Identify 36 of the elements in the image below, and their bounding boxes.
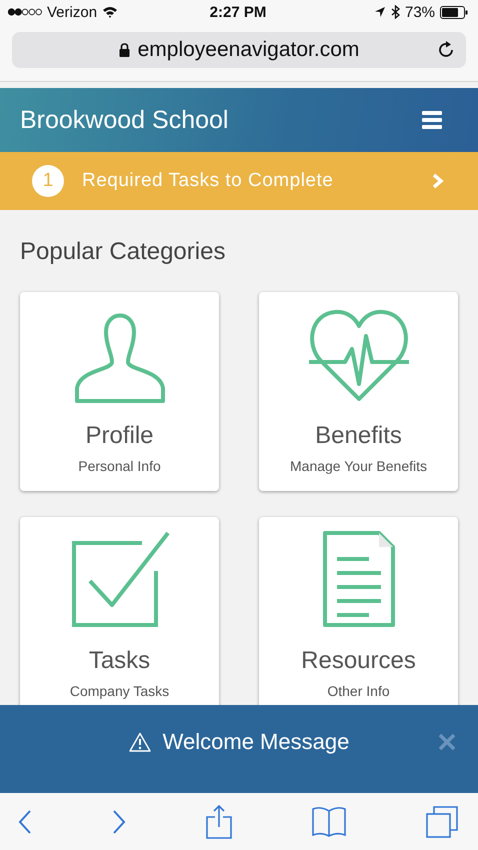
checkbox-icon xyxy=(70,529,170,629)
signal-strength-icon xyxy=(8,8,42,16)
category-subtitle: Personal Info xyxy=(78,457,161,475)
address-bar[interactable]: employeenavigator.com xyxy=(12,32,466,68)
welcome-message[interactable]: Welcome Message xyxy=(162,729,350,755)
category-subtitle: Other Info xyxy=(327,682,390,700)
category-title: Profile xyxy=(85,422,154,450)
category-card[interactable]: Profile Personal Info xyxy=(20,292,219,491)
back-icon[interactable] xyxy=(18,808,32,834)
category-card[interactable]: Benefits Manage Your Benefits xyxy=(259,292,458,491)
bookmarks-icon[interactable] xyxy=(312,806,346,838)
school-name: Brookwood School xyxy=(20,106,228,134)
banner-text: Required Tasks to Complete xyxy=(82,170,334,192)
section-heading: Popular Categories xyxy=(20,238,226,266)
reload-icon[interactable] xyxy=(436,40,456,60)
battery-icon xyxy=(440,6,468,18)
category-subtitle: Manage Your Benefits xyxy=(290,457,427,475)
menu-icon[interactable] xyxy=(422,111,442,129)
task-count-badge: 1 xyxy=(32,165,64,197)
category-title: Benefits xyxy=(315,422,402,450)
wifi-icon xyxy=(102,6,118,18)
share-icon[interactable] xyxy=(206,804,232,838)
category-title: Tasks xyxy=(88,647,150,675)
carrier-name: Verizon xyxy=(47,4,98,20)
bluetooth-icon xyxy=(390,5,400,19)
clock-time: 2:27 PM xyxy=(210,4,266,20)
location-arrow-icon xyxy=(374,6,386,18)
category-subtitle: Company Tasks xyxy=(70,682,170,700)
category-title: Resources xyxy=(301,647,416,675)
chevron-right-icon xyxy=(432,173,444,189)
forward-icon[interactable] xyxy=(112,808,126,834)
lock-icon xyxy=(118,43,130,57)
battery-percentage: 73% xyxy=(404,4,436,20)
url-text: employeenavigator.com xyxy=(138,38,360,62)
warning-icon xyxy=(128,732,151,752)
tabs-icon[interactable] xyxy=(426,806,458,838)
